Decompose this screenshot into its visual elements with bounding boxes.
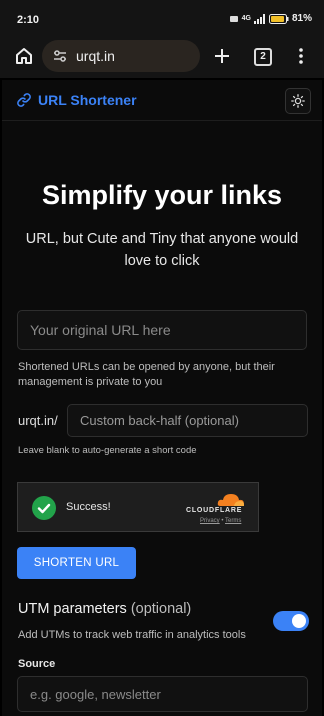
utm-source-input[interactable]: [17, 676, 308, 712]
brand-title: URL Shortener: [38, 92, 137, 108]
brand-link[interactable]: URL Shortener: [16, 92, 137, 108]
hero-title: Simplify your links: [41, 180, 283, 210]
backhalf-help-text: Leave blank to auto-generate a short cod…: [18, 445, 197, 456]
terms-link[interactable]: Terms: [225, 518, 241, 524]
link-separator: •: [221, 518, 224, 524]
notification-icon: [229, 15, 238, 22]
battery-icon: [268, 13, 289, 24]
utm-title-text: UTM parameters: [18, 601, 127, 617]
utm-toggle[interactable]: [273, 611, 309, 631]
battery-percent: 81%: [291, 13, 312, 24]
status-bar: 2:10 4G 81%: [0, 0, 324, 36]
app-page: URL Shortener Simplify your links URL, b…: [2, 80, 322, 716]
link-icon: [17, 93, 31, 107]
original-url-input[interactable]: [17, 310, 307, 350]
utm-section-title: UTM parameters (optional): [18, 601, 191, 617]
home-icon[interactable]: [14, 46, 34, 66]
captcha-status: Success!: [66, 501, 111, 513]
shorten-url-button[interactable]: SHORTEN URL: [17, 547, 136, 579]
source-label: Source: [18, 658, 56, 670]
site-settings-icon[interactable]: [52, 48, 68, 64]
domain-prefix: urqt.in/: [18, 413, 58, 428]
custom-backhalf-input[interactable]: [67, 404, 308, 437]
tab-switcher-button[interactable]: 2: [254, 48, 272, 66]
new-tab-icon[interactable]: [212, 46, 232, 66]
cloudflare-brand: CLOUDFLARE: [186, 507, 243, 514]
cloudflare-turnstile-widget[interactable]: Success! CLOUDFLARE Privacy • Terms: [17, 482, 259, 532]
network-type: 4G: [241, 15, 251, 22]
url-help-text: Shortened URLs can be opened by anyone, …: [18, 361, 275, 388]
app-header: URL Shortener: [2, 80, 322, 121]
status-indicators: 4G 81%: [229, 13, 312, 24]
utm-optional-label: (optional): [130, 601, 192, 617]
utm-description: Add UTMs to track web traffic in analyti…: [18, 629, 246, 641]
sun-icon: [291, 94, 305, 108]
cloudflare-logo-icon: [217, 494, 244, 506]
more-menu-icon[interactable]: [296, 46, 306, 66]
address-bar[interactable]: urqt.in: [42, 40, 200, 72]
hero-subtitle: URL, but Cute and Tiny that anyone would…: [25, 231, 299, 269]
signal-icon: [253, 13, 265, 24]
theme-toggle-button[interactable]: [285, 88, 311, 114]
privacy-link[interactable]: Privacy: [200, 518, 220, 524]
browser-toolbar: urqt.in 2: [0, 36, 324, 78]
captcha-links: Privacy • Terms: [200, 518, 241, 524]
success-check-icon: [32, 496, 56, 520]
address-url[interactable]: urqt.in: [76, 48, 115, 64]
toggle-knob: [292, 614, 306, 628]
status-time: 2:10: [17, 14, 40, 26]
